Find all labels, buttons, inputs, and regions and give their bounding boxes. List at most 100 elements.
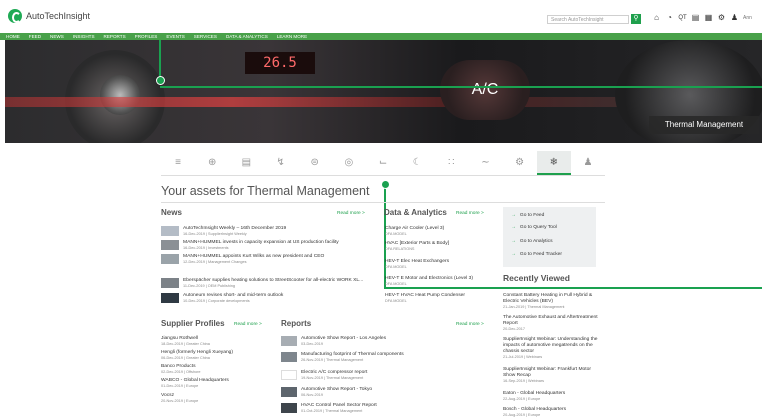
news-item[interactable]: MANN+HUMMEL invests in capacity expansio… [161, 240, 339, 251]
qt-icon[interactable]: QT [678, 13, 687, 23]
analytics-meta: DFA MODEL [385, 282, 407, 286]
data-analytics-read-more[interactable]: Read more > [456, 211, 484, 216]
report-item[interactable]: Automotive Show Report - Los Angeles 03-D… [281, 336, 386, 347]
electric-icon[interactable]: ↯ [263, 151, 297, 175]
supplier-profiles-read-more[interactable]: Read more > [234, 322, 262, 327]
quick-link-label: Go to Query Tool [519, 225, 557, 230]
top-header: AutoTechInsight Search AutoTechInsight ⚲… [0, 0, 762, 34]
quick-link-label: Go to Feed [519, 213, 545, 218]
supplier-meta: 01-Dec-2019 | Europe [161, 384, 199, 388]
news-item[interactable]: MANN+HUMMEL appoints Kurt Wilks as new p… [161, 254, 324, 265]
go-to-analytics-link[interactable]: → Go to Analytics [511, 239, 553, 244]
list-icon[interactable]: ▤ [691, 13, 700, 23]
page-title: Your assets for Thermal Management [161, 184, 370, 198]
list-item[interactable]: HEV-T HVAC Heat Pump Condenser DFA MODEL [385, 293, 465, 304]
arrow-right-icon: → [511, 225, 516, 230]
list-item[interactable]: WABCO - Global Headquarters 01-Dec-2019 |… [161, 378, 229, 389]
news-heading: News [161, 208, 182, 217]
report-thumbnail [281, 403, 297, 413]
recent-title[interactable]: The Automotive Exhaust and Aftertreatmen… [503, 315, 603, 327]
recent-item[interactable]: SupplierInsight Webinar: Frankfurt Motor… [503, 367, 603, 384]
gear-icon[interactable]: ⚙ [717, 13, 726, 23]
nav-reports[interactable]: REPORTS [104, 33, 126, 40]
report-item[interactable]: Manufacturing footprint of Thermal compo… [281, 352, 404, 363]
interior-icon[interactable]: ♟ [571, 151, 605, 175]
news-read-more[interactable]: Read more > [337, 211, 365, 216]
battery-icon[interactable]: ▤ [229, 151, 263, 175]
news-thumbnail [161, 226, 179, 236]
search-input[interactable]: Search AutoTechInsight [547, 15, 629, 24]
nav-services[interactable]: SERVICES [194, 33, 217, 40]
list-item[interactable]: Vocsz 20-Nov-2019 | Europe [161, 393, 198, 404]
analytics-meta: DFA RELATIONS [385, 247, 415, 251]
safety-icon[interactable]: ◎ [332, 151, 366, 175]
nav-feed[interactable]: FEED [29, 33, 41, 40]
list-item[interactable]: Banco Products 02-Dec-2019 | Offshore [161, 364, 201, 375]
callout-line-mid-horiz [384, 287, 762, 289]
header-icons: ⌂ ◔ QT ▤ ▦ ⚙ ♟ Ann [652, 13, 752, 23]
callout-line-left [159, 40, 161, 80]
recent-item[interactable]: SupplierInsight Webinar: Understanding t… [503, 337, 603, 360]
lighting-icon[interactable]: ☾ [400, 151, 434, 175]
recent-item[interactable]: The Automotive Exhaust and Aftertreatmen… [503, 315, 603, 332]
supplier-meta: 06-Dec-2019 | Greater China [161, 356, 210, 360]
recent-item[interactable]: Constant Battery Heating in Full Hybrid … [503, 293, 603, 310]
logo[interactable]: AutoTechInsight [8, 9, 90, 23]
report-item[interactable]: Automotive Show Report - Tokyo 06-Nov-201… [281, 387, 372, 398]
chassis-icon[interactable]: ⊜ [298, 151, 332, 175]
news-item[interactable]: Eberspächer supplies heating solutions t… [161, 278, 363, 289]
nav-home[interactable]: HOME [6, 33, 20, 40]
nav-insights[interactable]: INSIGHTS [73, 33, 95, 40]
engine-icon[interactable]: ⚙ [503, 151, 537, 175]
history-icon[interactable]: ◔ [665, 13, 674, 23]
search-icon[interactable]: ⚲ [631, 14, 641, 24]
home-icon[interactable]: ⌂ [652, 13, 661, 23]
nav-events[interactable]: EVENTS [166, 33, 184, 40]
report-item[interactable]: Electric A/C compressor report 19-Nov-201… [281, 370, 367, 381]
news-meta: 11-Dec-2019 | OEM Publishing [183, 284, 235, 288]
list-item[interactable]: Hengli (formerly Hengli Xueyang) 06-Dec-2… [161, 350, 233, 361]
list-item[interactable]: HEV-T E Motor and Electronics (Level 3) D… [385, 276, 473, 287]
powertrain-icon[interactable]: ≡ [161, 151, 195, 175]
recent-title[interactable]: SupplierInsight Webinar: Frankfurt Motor… [503, 367, 603, 379]
report-meta: 01-Oct-2019 | Thermal Management [301, 409, 363, 413]
nav-news[interactable]: NEWS [50, 33, 64, 40]
recent-title[interactable]: Constant Battery Heating in Full Hybrid … [503, 293, 603, 305]
list-item[interactable]: HEV-T Elec Heat Exchangers DFA MODEL [385, 259, 449, 270]
recent-item[interactable]: Eaton - Global Headquarters 22-Aug-2019 |… [503, 391, 603, 402]
report-meta: 06-Nov-2019 [301, 393, 323, 397]
list-item[interactable]: Charge Air Cooler (Level 3) DFA MODEL [385, 226, 444, 237]
user-label[interactable]: Ann [743, 13, 752, 23]
list-item[interactable]: Jiangsu Rothwell 18-Dec-2019 | Greater Ch… [161, 336, 210, 347]
reports-read-more[interactable]: Read more > [456, 322, 484, 327]
wheel-icon[interactable]: ⊕ [195, 151, 229, 175]
go-to-feed-tracker-link[interactable]: → Go to Feed Tracker [511, 252, 562, 257]
recent-meta: 22-Aug-2019 | Europe [503, 397, 541, 401]
news-item[interactable]: Autoneum revises short- and mid-term out… [161, 293, 283, 304]
report-thumbnail [281, 387, 297, 397]
news-thumbnail [161, 254, 179, 264]
nav-profiles[interactable]: PROFILES [135, 33, 158, 40]
go-to-query-tool-link[interactable]: → Go to Query Tool [511, 225, 557, 230]
news-item[interactable]: AutoTechInsight Weekly – 16th December 2… [161, 226, 286, 237]
grid-icon[interactable]: ▦ [704, 13, 713, 23]
seat-icon[interactable]: ⌙ [366, 151, 400, 175]
vent-dial [100, 75, 140, 115]
body-icon[interactable]: ∼ [468, 151, 502, 175]
hero-title: Thermal Management [649, 116, 759, 134]
recent-title[interactable]: SupplierInsight Webinar: Understanding t… [503, 337, 603, 355]
go-to-feed-link[interactable]: → Go to Feed [511, 213, 544, 218]
report-thumbnail [281, 370, 297, 380]
thermal-icon[interactable]: ❄ [536, 151, 571, 175]
analytics-meta: DFA MODEL [385, 232, 407, 236]
user-icon[interactable]: ♟ [730, 13, 739, 23]
network-icon[interactable]: ∷ [434, 151, 468, 175]
news-meta: 10-Dec-2019 | Corporate developments [183, 299, 250, 303]
report-item[interactable]: HVAC Control Panel Sector Report 01-Oct-2… [281, 403, 377, 414]
data-analytics-heading: Data & Analytics [384, 208, 447, 217]
list-item[interactable]: HVAC [Exterior Parts & Body] DFA RELATION… [385, 241, 449, 252]
nav-data-analytics[interactable]: DATA & ANALYTICS [226, 33, 268, 40]
recent-item[interactable]: Bosch - Global Headquarters 20-Aug-2019 |… [503, 407, 603, 418]
nav-learn-more[interactable]: LEARN MORE [277, 33, 307, 40]
news-meta: 12-Dec-2019 | Management Changes [183, 260, 247, 264]
